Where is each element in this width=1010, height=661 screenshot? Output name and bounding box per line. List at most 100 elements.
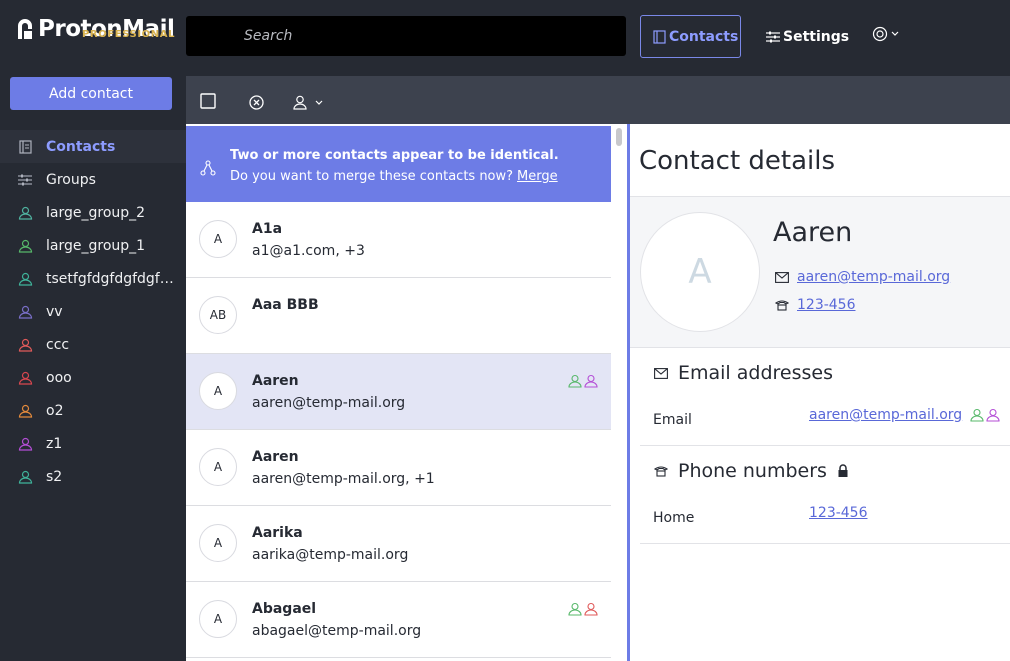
user-icon	[16, 205, 34, 221]
sidebar-item-label: ooo	[46, 369, 72, 386]
email-value-link[interactable]: aaren@temp-mail.org	[809, 407, 962, 423]
contact-name: Aaren	[252, 449, 299, 465]
contact-name: A1a	[252, 221, 283, 237]
user-icon	[970, 408, 984, 422]
merge-link[interactable]: Merge	[517, 169, 558, 184]
contact-group-badges	[568, 602, 598, 616]
contact-name: Abagael	[252, 601, 317, 617]
sidebar-item-vv[interactable]: vv	[0, 295, 186, 328]
group-badges	[970, 408, 1000, 422]
merge-banner: Two or more contacts appear to be identi…	[186, 126, 611, 202]
search-box[interactable]	[186, 16, 626, 56]
sidebar-item-label: o2	[46, 402, 64, 419]
email-row: Email aaren@temp-mail.org	[640, 394, 1010, 446]
sliders-icon	[766, 31, 780, 42]
hero-phone-link[interactable]: 123-456	[797, 297, 856, 313]
sidebar-item-label: s2	[46, 468, 63, 485]
sidebar-item-label: Contacts	[46, 138, 116, 155]
user-icon	[568, 602, 582, 616]
toolbar	[186, 76, 1010, 124]
contact-row[interactable]: A Aaren aaren@temp-mail.org, +1	[186, 430, 611, 506]
nav-contacts-label: Contacts	[669, 28, 739, 45]
sidebar-item-groups[interactable]: Groups	[0, 163, 186, 196]
sidebar-item-ooo[interactable]: ooo	[0, 361, 186, 394]
sidebar-item-z1[interactable]: z1	[0, 427, 186, 460]
phone-section-header: Phone numbers	[654, 460, 849, 482]
contact-email: aarika@temp-mail.org	[252, 547, 409, 563]
add-contact-button[interactable]: Add contact	[10, 77, 172, 110]
sidebar-item-s2[interactable]: s2	[0, 460, 186, 493]
phone-label: Home	[653, 510, 695, 526]
sidebar: Add contact Contacts Groups large_group_2l…	[0, 76, 186, 661]
chevron-down-icon	[315, 100, 323, 105]
hero-phone-line: 123-456	[775, 297, 856, 313]
email-section-header: Email addresses	[654, 362, 833, 384]
contact-name: Aaa BBB	[252, 297, 319, 313]
sidebar-list: Contacts Groups large_group_2 large_group_1…	[0, 130, 186, 493]
avatar[interactable]: A	[199, 600, 237, 638]
contact-email: abagael@temp-mail.org	[252, 623, 422, 639]
contact-rows: A A1a a1@a1.com, +3 AB Aaa BBB A Aaren aaren@te…	[186, 202, 611, 658]
scrollbar[interactable]	[616, 128, 622, 146]
contacts-icon	[16, 139, 34, 155]
user-icon	[584, 374, 598, 388]
chevron-down-icon	[891, 31, 899, 36]
phone-row: Home 123-456	[640, 492, 1010, 544]
sidebar-item-label: large_group_2	[46, 204, 146, 221]
sidebar-item-o2[interactable]: o2	[0, 394, 186, 427]
user-icon	[986, 408, 1000, 422]
avatar[interactable]: A	[199, 448, 237, 486]
search-input[interactable]	[186, 16, 626, 56]
merge-icon	[200, 160, 216, 180]
phone-icon	[775, 300, 789, 311]
merge-banner-text: Do you want to merge these contacts now?…	[230, 169, 558, 184]
contact-row[interactable]: A A1a a1@a1.com, +3	[186, 202, 611, 278]
hero-email-link[interactable]: aaren@temp-mail.org	[797, 269, 950, 285]
contact-row[interactable]: AB Aaa BBB	[186, 278, 611, 354]
contact-group-badges	[568, 374, 598, 388]
sidebar-item-large-group-2[interactable]: large_group_2	[0, 196, 186, 229]
contacts-book-icon	[653, 29, 666, 44]
avatar[interactable]: AB	[199, 296, 237, 334]
group-actions-dropdown[interactable]	[293, 95, 323, 110]
user-icon	[16, 271, 34, 287]
phone-section-title: Phone numbers	[678, 460, 827, 482]
envelope-icon	[775, 271, 789, 283]
contact-name: Aarika	[252, 525, 303, 541]
contact-row[interactable]: A Abagael abagael@temp-mail.org	[186, 582, 611, 658]
user-settings-icon	[872, 26, 888, 42]
email-section-title: Email addresses	[678, 362, 833, 384]
sidebar-item-ccc[interactable]: ccc	[0, 328, 186, 361]
nav-settings-label: Settings	[783, 28, 850, 45]
user-icon	[568, 374, 582, 388]
contact-name: Aaren	[773, 217, 853, 248]
contact-row[interactable]: A Aarika aarika@temp-mail.org	[186, 506, 611, 582]
merge-banner-title: Two or more contacts appear to be identi…	[230, 148, 559, 163]
sidebar-item-label: ccc	[46, 336, 70, 353]
phone-value-link[interactable]: 123-456	[809, 505, 868, 521]
avatar[interactable]: A	[199, 220, 237, 258]
nav-settings-button[interactable]: Settings	[766, 15, 849, 58]
sidebar-item-contacts[interactable]: Contacts	[0, 130, 186, 163]
close-circle-icon	[249, 95, 264, 110]
select-all-checkbox[interactable]	[200, 93, 216, 109]
user-icon	[16, 370, 34, 386]
user-menu-button[interactable]	[872, 24, 899, 44]
nav-contacts-button[interactable]: Contacts	[640, 15, 741, 58]
sidebar-item-label: vv	[46, 303, 63, 320]
sidebar-item-large-group-1[interactable]: large_group_1	[0, 229, 186, 262]
delete-button[interactable]	[249, 95, 264, 110]
top-header: ProtonMail PROFESSIONAL Contacts Setting…	[0, 0, 1010, 76]
contact-email: a1@a1.com, +3	[252, 243, 365, 259]
hero-email-line: aaren@temp-mail.org	[775, 269, 950, 285]
avatar[interactable]: A	[199, 372, 237, 410]
user-icon	[16, 403, 34, 419]
sidebar-item-tsetfgfdgfdgfdgfdgfdgfd[interactable]: tsetfgfdgfdgfdgfdgfdgfd	[0, 262, 186, 295]
sidebar-item-label: Groups	[46, 171, 96, 188]
groups-sliders-icon	[16, 172, 34, 188]
contact-row[interactable]: A Aaren aaren@temp-mail.org	[186, 354, 611, 430]
phone-icon	[654, 466, 668, 477]
avatar[interactable]: A	[199, 524, 237, 562]
contact-email: aaren@temp-mail.org	[252, 395, 406, 411]
logo-subtitle: PROFESSIONAL	[82, 29, 176, 40]
